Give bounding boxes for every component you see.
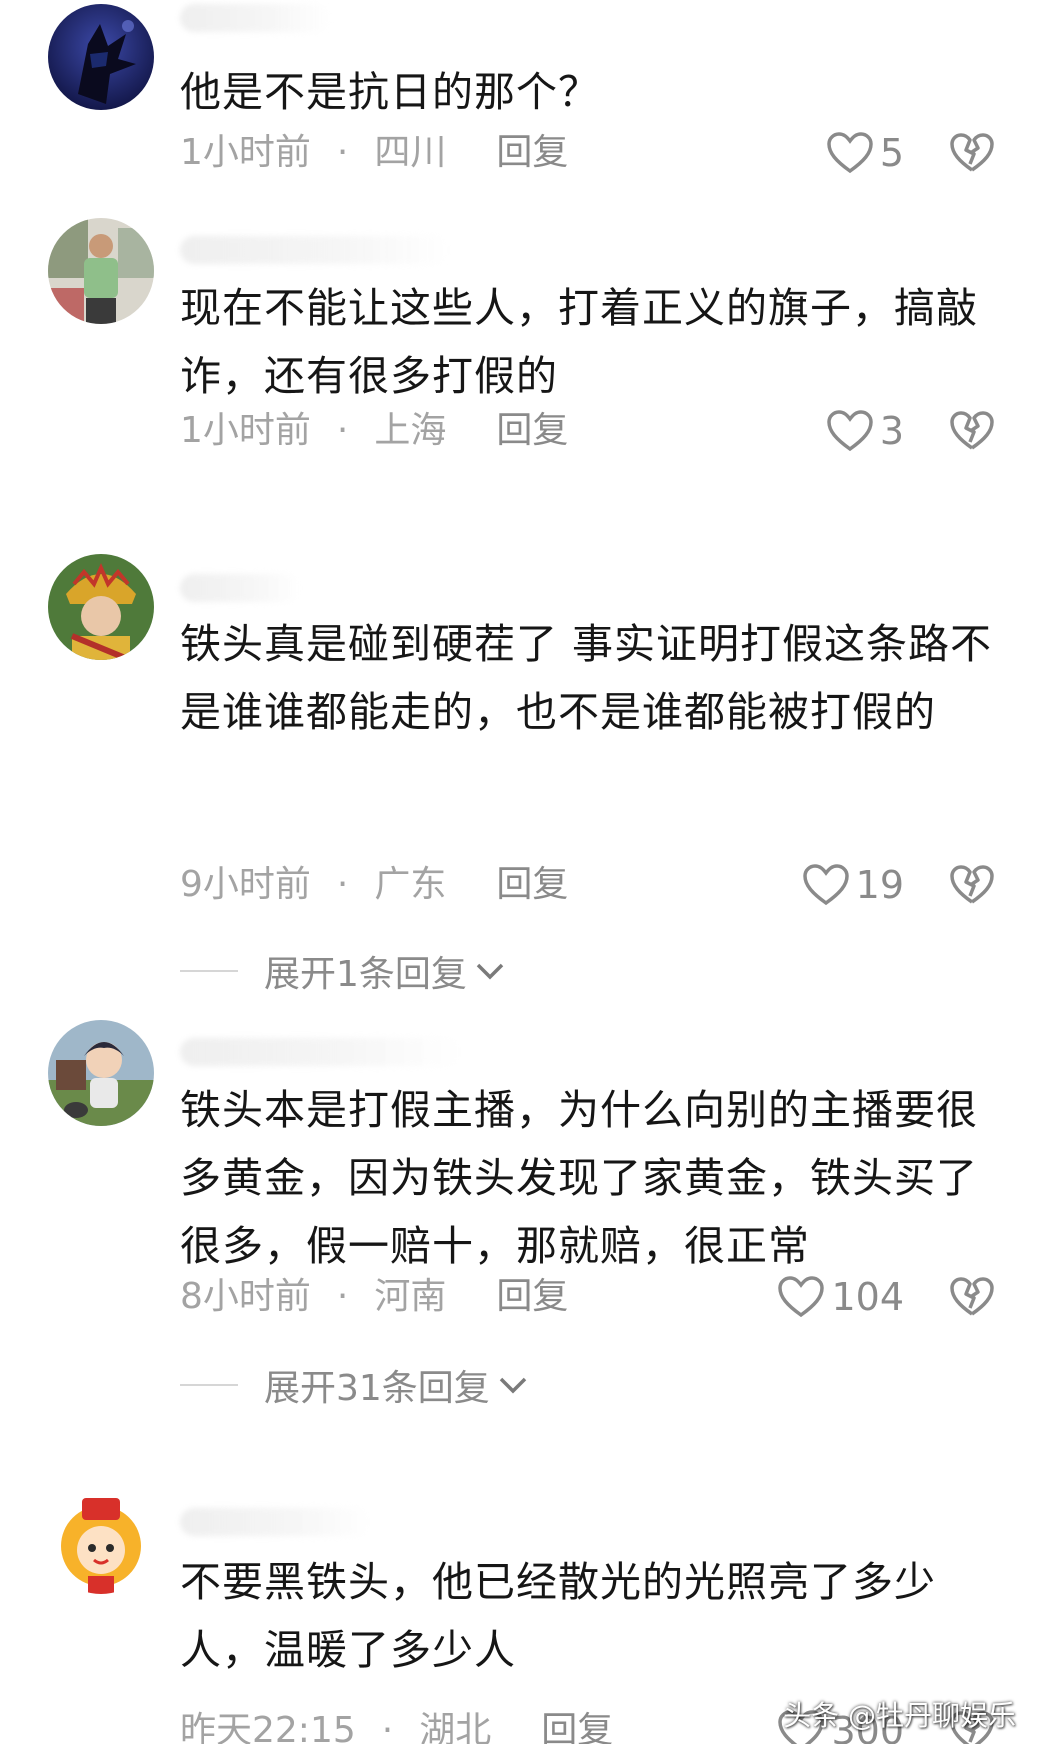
reply-button[interactable]: 回复: [496, 410, 568, 451]
expand-divider: [180, 970, 238, 972]
separator: ·: [336, 410, 349, 451]
cartoon-girl-avatar-image: [48, 1488, 154, 1594]
dislike-button[interactable]: [948, 128, 996, 178]
comment-text: 铁头真是碰到硬茬了 事实证明打假这条路不是谁谁都能走的，也不是谁都能被打假的: [180, 620, 993, 736]
avatar[interactable]: [48, 218, 154, 324]
cartoon-child-avatar-image: [48, 1020, 154, 1126]
reply-button[interactable]: 回复: [496, 864, 568, 905]
reply-button[interactable]: 回复: [496, 132, 568, 173]
like-button[interactable]: 19: [802, 860, 904, 910]
username-blurred: [180, 1508, 370, 1536]
like-count: 5: [879, 131, 904, 175]
comment-text: 铁头本是打假主播，为什么向别的主播要很多黄金，因为铁头发现了家黄金，铁头买了很多…: [180, 1086, 978, 1270]
expand-replies-label: 展开1条回复: [264, 954, 467, 995]
username-blurred: [180, 4, 330, 32]
dislike-button[interactable]: [948, 1272, 996, 1322]
comment-location: 湖北: [419, 1710, 492, 1744]
heart-icon: [827, 132, 873, 174]
monk-avatar-image: [48, 554, 154, 660]
heart-icon: [827, 410, 873, 452]
username-blurred: [180, 236, 450, 264]
dislike-button[interactable]: [948, 860, 996, 910]
comment-meta: 1小时前 · 上海 回复: [180, 406, 568, 456]
comment-meta: 9小时前 · 广东 回复: [180, 860, 568, 910]
separator: ·: [336, 132, 349, 173]
comment-location: 河南: [374, 1276, 447, 1317]
comment-location: 上海: [374, 410, 447, 451]
separator: ·: [336, 1276, 349, 1317]
comment-time: 9小时前: [180, 864, 311, 905]
comment-meta: 昨天22:15 · 湖北 回复: [180, 1706, 613, 1744]
broken-heart-icon: [950, 133, 994, 172]
broken-heart-icon: [950, 411, 994, 450]
anime-avatar-image: [48, 4, 154, 110]
like-count: 3: [879, 409, 904, 453]
comment-time: 8小时前: [180, 1276, 311, 1317]
comment-location: 广东: [374, 864, 447, 905]
comment-time: 1小时前: [180, 410, 311, 451]
man-avatar-image: [48, 218, 154, 324]
reply-button[interactable]: 回复: [496, 1276, 568, 1317]
comment-text: 他是不是抗日的那个？: [180, 68, 600, 116]
separator: ·: [336, 864, 349, 905]
comment-list: 他是不是抗日的那个？ 1小时前 · 四川 回复 5 现在不能让这些人，打着正义的旗: [0, 0, 1044, 1744]
avatar[interactable]: [48, 4, 154, 110]
broken-heart-icon: [950, 865, 994, 904]
comment-meta: 1小时前 · 四川 回复: [180, 128, 568, 178]
like-button[interactable]: 3: [826, 406, 904, 456]
expand-replies-button[interactable]: 展开31条回复: [180, 1360, 528, 1410]
expand-replies-button[interactable]: 展开1条回复: [180, 946, 505, 996]
like-count: 104: [831, 1275, 904, 1319]
heart-icon: [778, 1276, 825, 1318]
avatar[interactable]: [48, 554, 154, 660]
reply-button[interactable]: 回复: [541, 1710, 613, 1744]
like-button[interactable]: 5: [826, 128, 904, 178]
watermark: 头条 @牡丹聊娱乐: [783, 1699, 1016, 1732]
avatar[interactable]: [48, 1020, 154, 1126]
expand-divider: [180, 1384, 238, 1386]
comment-time: 1小时前: [180, 132, 311, 173]
comment-location: 四川: [374, 132, 447, 173]
expand-replies-label: 展开31条回复: [264, 1368, 490, 1409]
separator: ·: [381, 1710, 394, 1744]
username-blurred: [180, 1038, 460, 1066]
comment-meta: 8小时前 · 河南 回复: [180, 1272, 568, 1322]
chevron-down-icon: [499, 1377, 527, 1394]
like-button[interactable]: 104: [777, 1272, 904, 1322]
heart-icon: [802, 864, 849, 906]
chevron-down-icon: [476, 963, 504, 980]
comment-text: 现在不能让这些人，打着正义的旗子，搞敲诈，还有很多打假的: [180, 284, 978, 400]
like-count: 19: [855, 863, 904, 907]
dislike-button[interactable]: [948, 406, 996, 456]
comment-text: 不要黑铁头，他已经散光的光照亮了多少人，温暖了多少人: [180, 1558, 936, 1674]
username-blurred: [180, 574, 300, 602]
avatar[interactable]: [48, 1488, 154, 1594]
broken-heart-icon: [950, 1277, 994, 1316]
comment-time: 昨天22:15: [180, 1710, 356, 1744]
